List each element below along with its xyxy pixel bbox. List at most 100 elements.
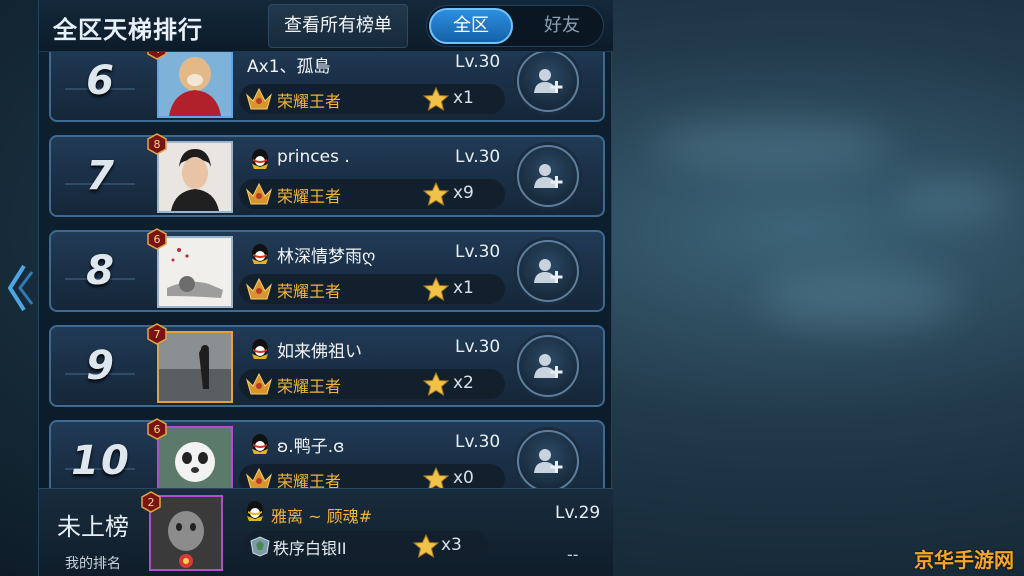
- king-rank-emblem-icon: [245, 277, 273, 300]
- player-level: Lv.30: [455, 52, 501, 72]
- avatar[interactable]: [157, 426, 233, 488]
- star-icon: [423, 87, 449, 111]
- add-friend-button[interactable]: [517, 335, 579, 397]
- my-player-level: Lv.29: [555, 503, 601, 523]
- svg-text:4: 4: [154, 52, 161, 56]
- king-rank-emblem-icon: [245, 467, 273, 488]
- qq-penguin-icon: [247, 501, 263, 521]
- qq-penguin-icon: [252, 244, 268, 264]
- site-watermark: 京华手游网: [914, 548, 1014, 572]
- player-level-badge-icon: 2: [141, 491, 161, 513]
- my-rank-label: 我的排名: [65, 556, 121, 572]
- table-row[interactable]: 6 4 Ax1、孤島 Lv.30 荣耀王者: [49, 52, 605, 122]
- qq-penguin-icon: [252, 339, 268, 359]
- ranking-header: 全区天梯排行 查看所有榜单 全区 好友: [39, 0, 613, 52]
- avatar[interactable]: [157, 52, 233, 118]
- my-rank-tier-name: 秩序白银II: [273, 539, 347, 558]
- my-ranking-bar: 未上榜 我的排名 2 雅离 ~ 顾魂# Lv.29 秩序白银II x3 --: [39, 488, 613, 576]
- add-friend-icon: [534, 164, 563, 188]
- table-row[interactable]: 10 6 ʚ.鸭子.ɞ Lv.30 荣耀王者 x0: [49, 418, 605, 488]
- avatar[interactable]: [157, 236, 233, 308]
- qq-penguin-icon: [252, 434, 268, 454]
- svg-text:2: 2: [148, 496, 155, 509]
- player-level-badge-icon: 4: [147, 52, 167, 60]
- add-friend-button[interactable]: [517, 52, 579, 112]
- svg-text:7: 7: [154, 328, 161, 341]
- king-rank-emblem-icon: [245, 87, 273, 110]
- star-icon: [423, 467, 449, 488]
- qq-penguin-icon: [252, 149, 268, 169]
- rank-number: 10: [71, 438, 131, 484]
- rank-number: 6: [86, 58, 116, 104]
- svg-text:8: 8: [154, 138, 161, 151]
- player-level-badge-icon: 6: [147, 228, 167, 250]
- rank-number: 8: [86, 248, 116, 294]
- rank-tier-bar: 荣耀王者 x1: [239, 84, 505, 114]
- background-light-streak: [900, 180, 1010, 220]
- ladder-ranking-panel: 全区天梯排行 查看所有榜单 全区 好友 6 4 Ax1、孤島: [38, 0, 613, 576]
- collapse-left-arrow-icon[interactable]: [4, 262, 34, 314]
- star-icon: [413, 534, 439, 558]
- rank-number: 7: [86, 153, 116, 199]
- svg-text:6: 6: [154, 233, 161, 246]
- background-light-streak: [760, 270, 960, 330]
- table-row[interactable]: 8 6 林深情梦雨ღ Lv.30 荣耀王者 x1: [49, 228, 605, 312]
- player-name: 林深情梦雨ღ: [277, 247, 376, 267]
- player-level: Lv.30: [455, 337, 501, 357]
- rank-tier-name: 荣耀王者: [277, 472, 342, 488]
- svg-text:6: 6: [154, 423, 161, 436]
- player-level: Lv.30: [455, 242, 501, 262]
- star-count: x2: [453, 373, 474, 393]
- tab-friends[interactable]: 好友: [525, 8, 599, 44]
- add-friend-icon: [534, 69, 563, 93]
- star-icon: [423, 372, 449, 396]
- add-friend-icon: [534, 354, 563, 378]
- my-rank-status: 未上榜: [57, 513, 129, 541]
- star-count: x1: [453, 278, 474, 298]
- rank-tier-bar: 荣耀王者 x9: [239, 179, 505, 209]
- add-friend-button[interactable]: [517, 430, 579, 488]
- player-name: Ax1、孤島: [247, 57, 331, 77]
- add-friend-button[interactable]: [517, 145, 579, 207]
- rank-number: 9: [86, 343, 116, 389]
- rank-tier-name: 荣耀王者: [277, 282, 342, 301]
- add-friend-icon: [534, 259, 563, 283]
- page-title: 全区天梯排行: [53, 16, 203, 44]
- rank-tier-bar: 荣耀王者 x2: [239, 369, 505, 399]
- star-count: x0: [453, 468, 474, 488]
- table-row[interactable]: 7 8 princes . Lv.30 荣耀王者 x9: [49, 133, 605, 217]
- avatar[interactable]: [157, 141, 233, 213]
- ranking-list[interactable]: 6 4 Ax1、孤島 Lv.30 荣耀王者: [39, 52, 613, 488]
- background-light-streak: [650, 120, 890, 170]
- player-level-badge-icon: 7: [147, 323, 167, 345]
- star-count: x1: [453, 88, 474, 108]
- king-rank-emblem-icon: [245, 372, 273, 395]
- view-all-lists-button[interactable]: 查看所有榜单: [268, 4, 408, 48]
- king-rank-emblem-icon: [245, 182, 273, 205]
- my-rank-tier-bar: 秩序白银II x3: [243, 531, 489, 561]
- avatar[interactable]: [157, 331, 233, 403]
- rank-tier-name: 荣耀王者: [277, 92, 342, 111]
- add-friend-icon: [534, 449, 563, 473]
- rank-tier-name: 荣耀王者: [277, 187, 342, 206]
- star-icon: [423, 182, 449, 206]
- player-name: 如来佛祖い: [277, 342, 362, 362]
- player-level-badge-icon: 8: [147, 133, 167, 155]
- rank-tier-bar: 荣耀王者 x0: [239, 464, 505, 488]
- player-level: Lv.30: [455, 147, 501, 167]
- my-star-count: x3: [441, 535, 462, 555]
- scope-tab-switch: 全区 好友: [426, 5, 604, 47]
- player-name: princes .: [277, 147, 350, 167]
- table-row[interactable]: 9 7 如来佛祖い Lv.30 荣耀王者 x2: [49, 323, 605, 407]
- rank-tier-bar: 荣耀王者 x1: [239, 274, 505, 304]
- player-name: ʚ.鸭子.ɞ: [277, 437, 345, 457]
- player-level-badge-icon: 6: [147, 418, 167, 440]
- silver-rank-emblem-icon: [250, 536, 270, 557]
- my-ranking-value: --: [567, 545, 579, 564]
- tab-all-region[interactable]: 全区: [429, 8, 513, 44]
- rank-tier-name: 荣耀王者: [277, 377, 342, 396]
- my-player-name: 雅离 ~ 顾魂#: [271, 507, 372, 526]
- player-level: Lv.30: [455, 432, 501, 452]
- add-friend-button[interactable]: [517, 240, 579, 302]
- star-count: x9: [453, 183, 474, 203]
